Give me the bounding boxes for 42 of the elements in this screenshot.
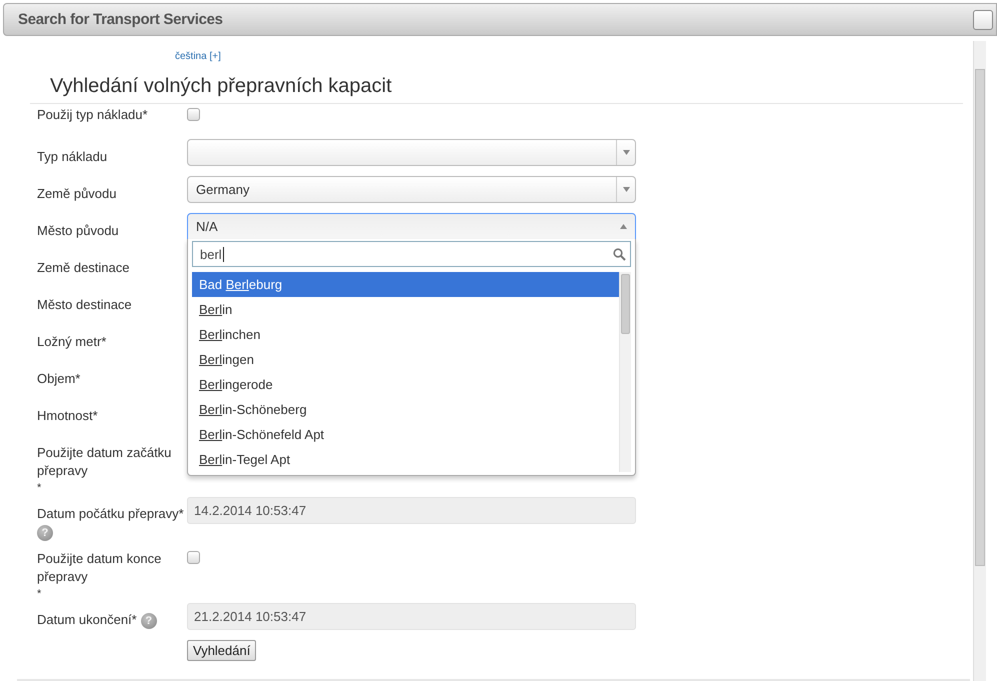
- checkbox[interactable]: [187, 551, 200, 564]
- option-item[interactable]: Berlin-Schöneberg: [192, 397, 619, 422]
- field-label: Město původu: [37, 222, 119, 240]
- required-mark: *: [37, 481, 42, 496]
- field-label: Datum ukončení*: [37, 611, 137, 629]
- select-field[interactable]: [187, 139, 636, 166]
- search-field[interactable]: berl: [192, 241, 631, 267]
- option-item[interactable]: Berlingen: [192, 347, 619, 372]
- field-label: Datum počátku přepravy*: [37, 505, 184, 523]
- scrollbar[interactable]: [973, 41, 986, 681]
- page-heading: Vyhledání volných přepravních kapacit: [30, 75, 963, 104]
- field-label: Použijte datum konce přepravy: [37, 550, 162, 586]
- scrollbar[interactable]: [619, 272, 631, 472]
- search-button[interactable]: Vyhledání: [187, 640, 256, 661]
- search-icon: [613, 248, 626, 260]
- field-label: Objem*: [37, 370, 80, 388]
- maximize-button[interactable]: [973, 10, 993, 30]
- option-item[interactable]: Berlin-Tegel Apt: [192, 447, 619, 472]
- field-label: Typ nákladu: [37, 148, 108, 166]
- field-label: Ložný metr*: [37, 333, 106, 351]
- language-link[interactable]: čeština [+]: [175, 51, 221, 62]
- caret-icon: [620, 224, 627, 229]
- checkbox[interactable]: [187, 108, 200, 121]
- field-label: Hmotnost*: [37, 407, 98, 425]
- field-label: Země původu: [37, 185, 116, 203]
- option-item[interactable]: Berlingerode: [192, 372, 619, 397]
- field-label: Použij typ nákladu*: [37, 106, 148, 124]
- option-item[interactable]: Berlin: [192, 297, 619, 322]
- date-field[interactable]: 21.2.2014 10:53:47: [187, 603, 636, 630]
- select-field[interactable]: N/A: [187, 213, 636, 240]
- option-item[interactable]: Berlinchen: [192, 322, 619, 347]
- field-label: Město destinace: [37, 296, 132, 314]
- caret-icon: [622, 150, 630, 155]
- caret-icon: [622, 187, 630, 192]
- date-field[interactable]: 14.2.2014 10:53:47: [187, 497, 636, 524]
- select-field[interactable]: Germany: [187, 176, 636, 203]
- field-label: Země destinace: [37, 259, 130, 277]
- option-item[interactable]: Berlin-Schönefeld Apt: [192, 422, 619, 447]
- option-item[interactable]: Bad Berleburg: [192, 272, 619, 297]
- panel-title: Search for Transport Services: [18, 11, 223, 28]
- field-label: Použijte datum začátku přepravy: [37, 444, 172, 480]
- required-mark: *: [37, 587, 42, 602]
